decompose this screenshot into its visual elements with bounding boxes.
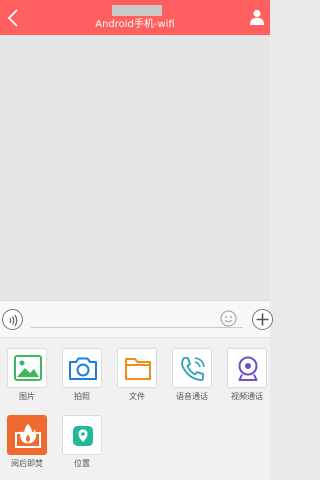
top-bar: Android手机-wifi: [0, 0, 270, 35]
action-file-button[interactable]: [117, 348, 157, 388]
chat-subtitle: Android手机-wifi: [95, 19, 175, 30]
action-video-call-button[interactable]: [227, 348, 267, 388]
chat-message-area[interactable]: [0, 35, 270, 300]
image-icon: [14, 355, 42, 381]
action-file-label: 文件: [129, 392, 145, 401]
more-actions-panel: 图片 拍照 文件 语音通话 视频通话 阅后即焚 位置: [0, 337, 270, 480]
action-video-call-label: 视频通话: [231, 392, 263, 401]
plus-icon: [256, 313, 269, 326]
action-burn-after-reading-label: 阅后即焚: [11, 459, 43, 468]
voice-icon: [9, 314, 18, 327]
webcam-icon: [238, 356, 258, 381]
action-location-button[interactable]: [62, 415, 102, 455]
plus-button[interactable]: [252, 309, 273, 330]
camera-icon: [69, 357, 97, 380]
emoji-icon[interactable]: [220, 310, 237, 327]
action-location-label: 位置: [74, 459, 90, 468]
action-image-button[interactable]: [7, 348, 47, 388]
action-burn-after-reading-button[interactable]: [7, 415, 47, 455]
action-image-label: 图片: [19, 392, 35, 401]
fire-icon: [15, 424, 41, 448]
folder-icon: [125, 358, 151, 380]
action-camera-label: 拍照: [74, 392, 90, 401]
action-camera-button[interactable]: [62, 348, 102, 388]
voice-button[interactable]: [2, 309, 23, 330]
profile-icon[interactable]: [249, 9, 265, 25]
location-icon: [73, 426, 93, 446]
action-voice-call-label: 语音通话: [176, 392, 208, 401]
phone-call-icon: [181, 357, 205, 381]
action-voice-call-button[interactable]: [172, 348, 212, 388]
contact-name-redacted: [112, 5, 162, 16]
input-bar: [0, 300, 273, 337]
message-input[interactable]: [31, 327, 243, 328]
